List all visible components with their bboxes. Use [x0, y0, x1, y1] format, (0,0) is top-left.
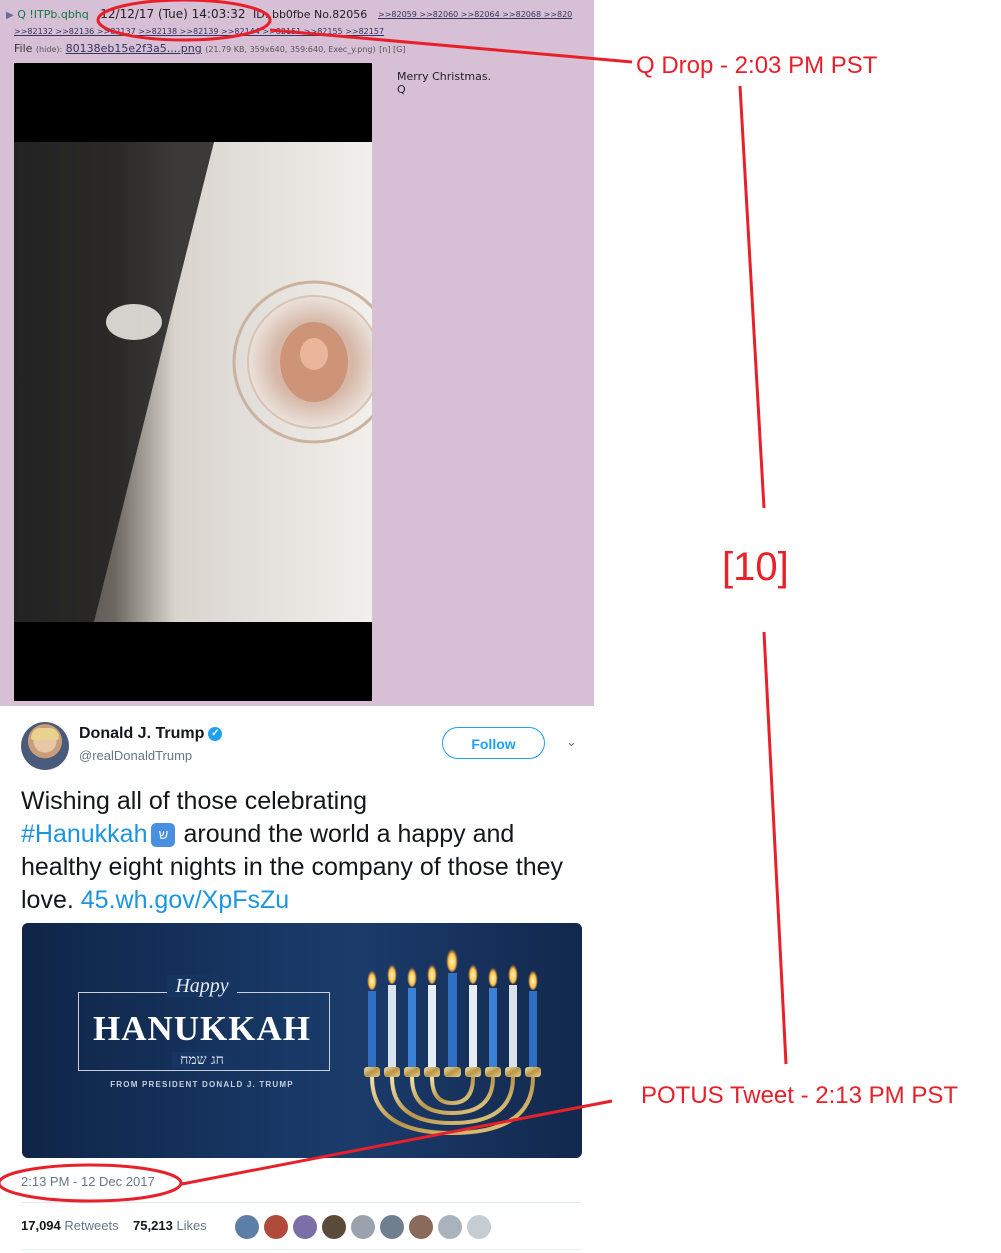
- time-gap-annotation: [10]: [722, 545, 789, 589]
- potus-tweet-annotation: POTUS Tweet - 2:13 PM PST: [641, 1082, 958, 1109]
- gap-line-bottom: [762, 631, 788, 1065]
- annotation-overlay: [0, 0, 788, 1203]
- q-drop-pointer: [269, 28, 633, 64]
- q-date-circle: [96, 0, 272, 42]
- gap-line-top: [738, 85, 766, 509]
- q-drop-annotation: Q Drop - 2:03 PM PST: [636, 52, 878, 79]
- tweet-time-circle: [0, 1163, 183, 1203]
- potus-pointer: [181, 1099, 613, 1186]
